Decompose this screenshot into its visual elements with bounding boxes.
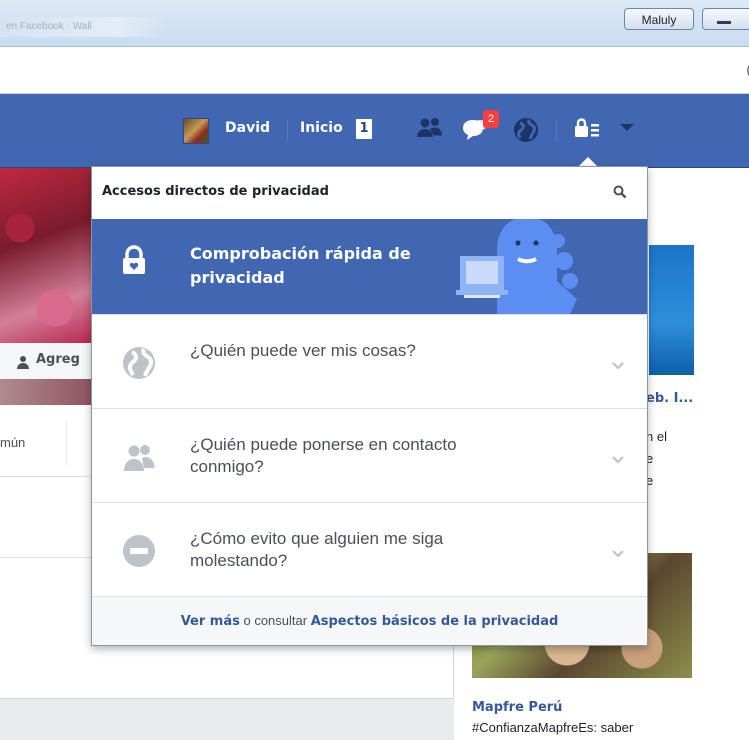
- tab-divider: [66, 421, 67, 465]
- privacy-lock-icon[interactable]: [573, 116, 601, 144]
- home-count-badge: 1: [356, 119, 372, 139]
- topbar-divider: [287, 120, 288, 142]
- common-friends-tab[interactable]: mún: [0, 435, 25, 450]
- friends-icon[interactable]: [416, 116, 444, 144]
- topbar-divider: [556, 120, 557, 142]
- browser-title-bar: en Facebook · Wall Maluly: [0, 0, 749, 47]
- facebook-top-bar: David Inicio 1 2: [0, 94, 749, 168]
- privacy-item-label: ¿Cómo evito que alguien me siga molestan…: [190, 529, 444, 570]
- ad-title[interactable]: eb. I...: [646, 391, 693, 406]
- ad-text-line: n el: [646, 429, 667, 444]
- lock-icon: [122, 245, 146, 279]
- globe-icon: [122, 346, 156, 384]
- account-caret-icon[interactable]: [620, 124, 634, 131]
- privacy-item-who-can-see[interactable]: ¿Quién puede ver mis cosas?: [92, 314, 647, 408]
- people-icon: [122, 440, 156, 478]
- footer-connector-text: o consultar: [239, 613, 311, 628]
- ad-title[interactable]: Mapfre Perú: [472, 700, 562, 715]
- browser-tab-title[interactable]: en Facebook · Wall: [0, 17, 166, 37]
- add-person-icon: [16, 354, 30, 373]
- ad-text-line: #ConfianzaMapfreEs: saber: [472, 720, 634, 735]
- chevron-down-icon[interactable]: [612, 543, 624, 562]
- chevron-down-icon[interactable]: [612, 355, 624, 374]
- block-icon: [122, 534, 156, 572]
- privacy-basics-link[interactable]: Aspectos básicos de la privacidad: [311, 614, 559, 629]
- search-icon[interactable]: [613, 184, 627, 203]
- privacy-checkup-banner[interactable]: Comprobación rápida de privacidad: [92, 219, 647, 314]
- privacy-dinosaur-illustration: [452, 219, 602, 314]
- minimize-button[interactable]: [702, 8, 749, 30]
- add-friend-button[interactable]: Agreg: [0, 343, 92, 380]
- dropdown-header: Accesos directos de privacidad: [92, 167, 647, 219]
- privacy-item-stop-bothering[interactable]: ¿Cómo evito que alguien me siga molestan…: [92, 502, 647, 596]
- windows-user-chip[interactable]: Maluly: [624, 8, 694, 30]
- privacy-item-who-can-contact[interactable]: ¿Quién puede ponerse en contacto conmigo…: [92, 408, 647, 502]
- chevron-down-icon[interactable]: [612, 449, 624, 468]
- dropdown-title: Accesos directos de privacidad: [102, 184, 329, 199]
- notifications-globe-icon[interactable]: [512, 116, 540, 148]
- privacy-item-label: ¿Quién puede ponerse en contacto conmigo…: [190, 435, 457, 476]
- privacy-checkup-title: Comprobación rápida de privacidad: [190, 244, 411, 287]
- home-link[interactable]: Inicio: [300, 120, 343, 136]
- messages-count-badge: 2: [483, 110, 499, 128]
- privacy-shortcuts-dropdown: Accesos directos de privacidad Comprobac…: [91, 166, 648, 646]
- privacy-item-label: ¿Quién puede ver mis cosas?: [190, 341, 416, 360]
- dropdown-footer: Ver más o consultar Aspectos básicos de …: [92, 596, 647, 645]
- cover-strip: [0, 379, 92, 405]
- avatar[interactable]: [183, 118, 209, 144]
- add-friend-label: Agreg: [36, 352, 80, 367]
- browser-address-bar[interactable]: (: [0, 47, 749, 94]
- see-more-link[interactable]: Ver más: [181, 614, 240, 629]
- ad-image[interactable]: [649, 245, 694, 375]
- profile-link[interactable]: David: [225, 120, 270, 136]
- cover-photo: [0, 168, 92, 343]
